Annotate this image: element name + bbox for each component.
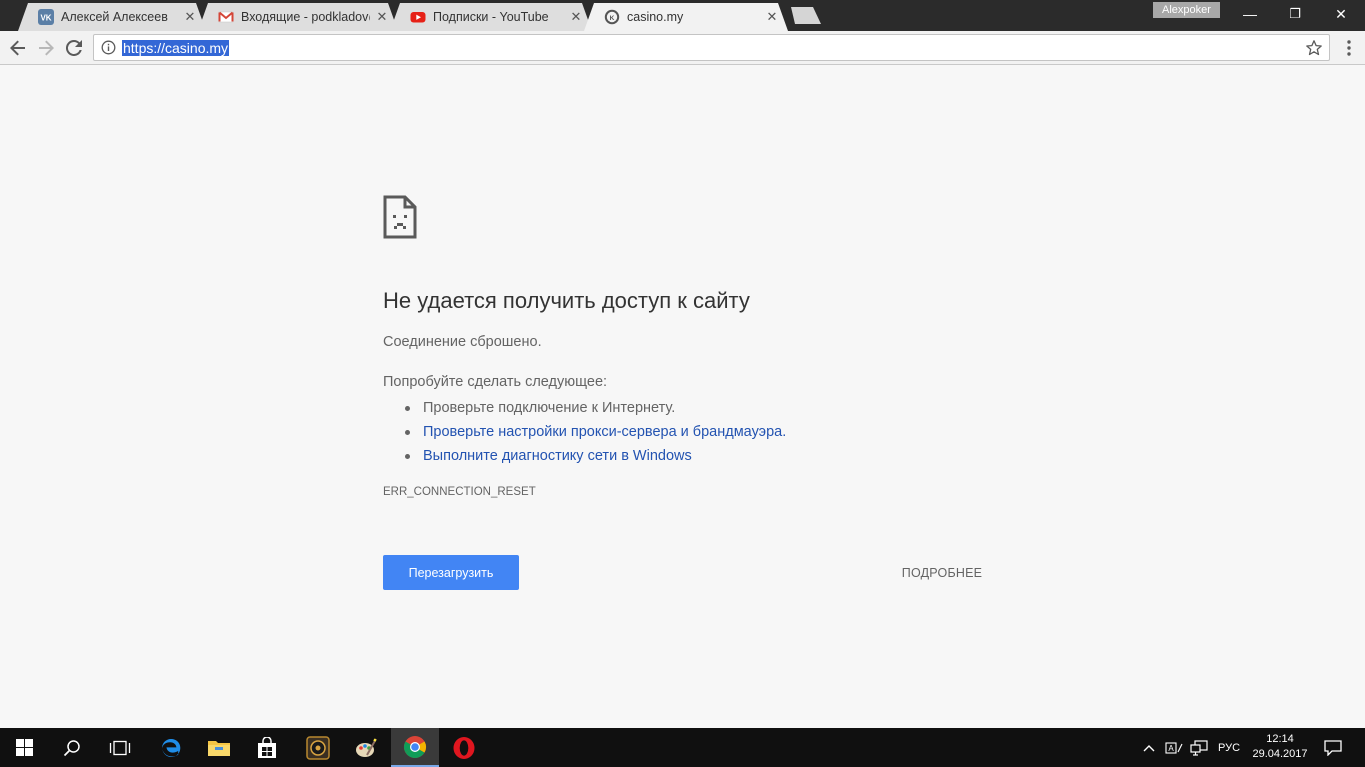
tab-vk[interactable]: VK Алексей Алексеев ✕ [18, 3, 206, 31]
file-explorer-icon[interactable] [195, 728, 243, 767]
chrome-icon[interactable] [391, 728, 439, 767]
bullet [405, 405, 410, 411]
address-bar[interactable]: https://casino.my [93, 34, 1330, 61]
browser-toolbar: https://casino.my [0, 31, 1365, 65]
clock-time: 12:14 [1266, 733, 1294, 745]
suggestion-text: Проверьте подключение к Интернету. [423, 400, 676, 416]
error-message: Соединение сброшено. [383, 334, 542, 350]
speaker-app-icon[interactable] [294, 728, 342, 767]
suggestions-list: Проверьте подключение к Интернету. Прове… [405, 396, 786, 468]
tab-gmail[interactable]: Входящие - podkladov@ ✕ [198, 3, 398, 31]
bullet [405, 429, 410, 435]
chevron-up-icon[interactable] [1140, 728, 1158, 767]
tab-close-icon[interactable]: ✕ [374, 9, 390, 25]
menu-dots-icon[interactable] [1340, 38, 1358, 58]
keyboard-language[interactable]: РУС [1211, 728, 1247, 767]
suggestion-diagnostics-link[interactable]: Выполните диагностику сети в Windows [405, 444, 786, 468]
svg-text:K: K [610, 15, 615, 22]
forward-arrow-icon[interactable] [35, 37, 57, 59]
vk-icon: VK [38, 9, 54, 25]
gmail-icon [218, 9, 234, 25]
language-settings-icon[interactable]: A [1163, 728, 1185, 767]
bookmark-star-icon[interactable] [1305, 39, 1323, 57]
svg-text:VK: VK [40, 14, 51, 23]
tab-close-icon[interactable]: ✕ [568, 9, 584, 25]
suggestion-text[interactable]: Выполните диагностику сети в Windows [423, 448, 692, 464]
task-view-icon[interactable] [96, 728, 144, 767]
info-icon[interactable] [101, 40, 116, 55]
error-heading: Не удается получить доступ к сайту [383, 288, 750, 313]
suggestion-proxy-link[interactable]: Проверьте настройки прокси-сервера и бра… [405, 420, 786, 444]
network-icon[interactable] [1188, 728, 1210, 767]
new-tab-button[interactable] [787, 7, 821, 24]
taskbar: A РУС 12:14 29.04.2017 [0, 728, 1365, 767]
windows-start-icon[interactable] [0, 728, 48, 767]
sad-page-icon [383, 195, 417, 239]
paint-app-icon[interactable] [342, 728, 390, 767]
tab-close-icon[interactable]: ✕ [764, 9, 780, 25]
window-close-icon[interactable]: ✕ [1318, 0, 1364, 28]
url-text[interactable]: https://casino.my [122, 40, 230, 56]
bullet [405, 453, 410, 459]
error-code: ERR_CONNECTION_RESET [383, 486, 536, 498]
reload-icon[interactable] [63, 37, 85, 59]
suggestion-text[interactable]: Проверьте настройки прокси-сервера и бра… [423, 424, 786, 440]
store-icon[interactable] [243, 728, 291, 767]
page-content: Не удается получить доступ к сайту Соеди… [0, 66, 1365, 728]
details-button[interactable]: ПОДРОБНЕЕ [880, 560, 1004, 586]
search-icon[interactable] [48, 728, 96, 767]
casino-site-icon: K [604, 9, 620, 25]
clock[interactable]: 12:14 29.04.2017 [1248, 732, 1312, 762]
opera-icon[interactable] [440, 728, 488, 767]
notifications-icon[interactable] [1320, 728, 1346, 767]
youtube-icon [410, 9, 426, 25]
tab-title: Алексей Алексеев [61, 10, 168, 24]
back-arrow-icon[interactable] [7, 37, 29, 59]
suggestions-label: Попробуйте сделать следующее: [383, 374, 608, 390]
tab-title: Подписки - YouTube [433, 10, 549, 24]
reload-button[interactable]: Перезагрузить [383, 555, 519, 590]
svg-text:A: A [1168, 744, 1174, 753]
title-bar: VK Алексей Алексеев ✕ Входящие - podklad… [0, 0, 1365, 31]
tab-close-icon[interactable]: ✕ [182, 9, 198, 25]
restore-icon[interactable]: ❐ [1272, 0, 1318, 28]
tab-youtube[interactable]: Подписки - YouTube ✕ [390, 3, 592, 31]
edge-browser-icon[interactable] [147, 728, 195, 767]
suggestion-check-connection: Проверьте подключение к Интернету. [405, 396, 786, 420]
profile-name[interactable]: Alexpoker [1153, 2, 1220, 18]
clock-date: 29.04.2017 [1252, 748, 1308, 760]
tab-title: casino.my [627, 10, 684, 24]
tab-casino[interactable]: K casino.my ✕ [584, 3, 788, 31]
minimize-icon[interactable]: — [1227, 0, 1273, 28]
tab-title: Входящие - podkladov@ [241, 10, 370, 24]
